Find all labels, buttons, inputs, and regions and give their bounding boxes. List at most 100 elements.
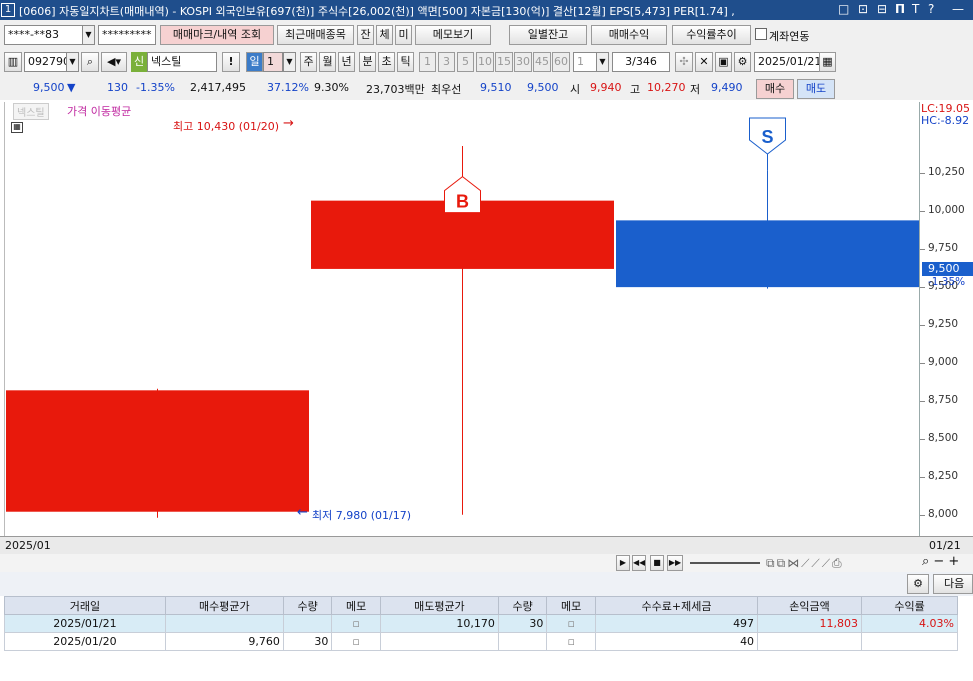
y-axis[interactable]: LC:19.05 HC:-8.92 10,250 10,000 9,750 9,500… bbox=[919, 102, 973, 536]
next-button[interactable]: 다음 bbox=[933, 574, 973, 594]
trade-amount: 23,703백만 bbox=[366, 83, 425, 96]
help-icon[interactable]: ? bbox=[928, 2, 934, 16]
period-number[interactable]: 1 bbox=[263, 52, 283, 72]
chart-area[interactable]: BS 넥스틸 가격 이동평균 ▦ 최고 10,430 (01/20) → ← 최… bbox=[4, 102, 919, 536]
trade-mark-button[interactable]: 매매마크/내역 조회 bbox=[160, 25, 274, 45]
gear-icon[interactable]: ⚙ bbox=[734, 52, 751, 72]
column-header[interactable]: 메모 bbox=[546, 596, 596, 615]
memo-icon[interactable]: ▫ bbox=[546, 632, 596, 651]
date-input[interactable]: 2025/01/21 bbox=[754, 52, 820, 72]
y-tick-label: 8,250 bbox=[928, 469, 959, 482]
minute-5-button[interactable]: 5 bbox=[457, 52, 474, 72]
memo-icon[interactable]: ▫ bbox=[331, 614, 381, 633]
account-select[interactable]: ****-**83 bbox=[4, 25, 84, 45]
period-year-button[interactable]: 년 bbox=[338, 52, 355, 72]
period-day-button[interactable]: 일 bbox=[246, 52, 263, 72]
trade-profit-button[interactable]: 매매수익 bbox=[591, 25, 667, 45]
y-tick-mark bbox=[920, 400, 925, 402]
chevron-down-icon[interactable]: ▼ bbox=[283, 52, 296, 72]
buy-button[interactable]: 매수 bbox=[756, 79, 794, 99]
table-cell: 30 bbox=[497, 614, 548, 633]
fast-forward-icon[interactable]: ▶▶ bbox=[667, 555, 683, 571]
account-link-checkbox[interactable] bbox=[755, 28, 767, 40]
minute-10-button[interactable]: 10 bbox=[476, 52, 494, 72]
column-header[interactable]: 수익률 bbox=[861, 596, 958, 615]
minute-30-button[interactable]: 30 bbox=[514, 52, 532, 72]
column-header[interactable]: 매도평균가 bbox=[379, 596, 499, 615]
chevron-down-icon[interactable]: ▼ bbox=[596, 52, 609, 72]
table-gear-icon[interactable]: ⚙ bbox=[907, 574, 929, 594]
chart-scroll-row: ▶ ◀◀ ■ ▶▶ ⧉⧉⋈⟋⟋⟋⎙ ⌕ − + bbox=[0, 554, 973, 572]
table-cell: 2025/01/20 bbox=[4, 632, 166, 651]
minimize-icon[interactable]: ⊟ bbox=[877, 2, 887, 16]
crosshair-icon[interactable]: ✕ bbox=[695, 52, 713, 72]
speaker-icon[interactable]: ◀▾ bbox=[101, 52, 127, 72]
minute-60-button[interactable]: 60 bbox=[552, 52, 570, 72]
alert-button[interactable]: ! bbox=[222, 52, 240, 72]
scroll-right-icon[interactable]: ▶ bbox=[616, 555, 630, 571]
recent-trades-button[interactable]: 최근매매종목 bbox=[277, 25, 354, 45]
calendar-icon[interactable]: ▦ bbox=[819, 52, 836, 72]
memo-view-button[interactable]: 메모보기 bbox=[415, 25, 491, 45]
table-icon[interactable]: ▦ bbox=[11, 122, 23, 133]
minute-count[interactable]: 1 bbox=[573, 52, 597, 72]
zoom-icon[interactable]: ⌕ − + bbox=[922, 554, 959, 569]
restore-icon[interactable]: □ bbox=[838, 2, 849, 16]
minute-45-button[interactable]: 45 bbox=[533, 52, 551, 72]
page-indicator: 3/346 bbox=[612, 52, 670, 72]
minute-15-button[interactable]: 15 bbox=[495, 52, 513, 72]
stock-name-field[interactable]: 넥스틸 bbox=[147, 52, 217, 72]
balance-button[interactable]: 잔 bbox=[357, 25, 374, 45]
return-trend-button[interactable]: 수익률추이 bbox=[672, 25, 751, 45]
layout-icon[interactable]: ▥ bbox=[4, 52, 22, 72]
chart-tag[interactable]: 넥스틸 bbox=[13, 103, 49, 120]
column-header[interactable]: 메모 bbox=[331, 596, 381, 615]
stock-code-input[interactable]: 092790 bbox=[24, 52, 68, 72]
window-number: 1 bbox=[1, 3, 15, 17]
period-month-button[interactable]: 월 bbox=[319, 52, 336, 72]
table-row[interactable]: 2025/01/21 ▫ 10,170 30 ▫ 497 11,803 4.03% bbox=[4, 614, 958, 633]
candle-chart[interactable]: BS bbox=[5, 102, 920, 536]
window-title: [0606] 자동일지차트(매매내역) - KOSPI 외국인보유[697(천)… bbox=[19, 5, 735, 18]
close-icon[interactable]: — bbox=[952, 2, 964, 16]
column-header[interactable]: 거래일 bbox=[4, 596, 166, 615]
period-minute-button[interactable]: 분 bbox=[359, 52, 376, 72]
period-second-button[interactable]: 초 bbox=[378, 52, 395, 72]
unfilled-button[interactable]: 미 bbox=[395, 25, 412, 45]
chevron-down-icon[interactable]: ▼ bbox=[82, 25, 95, 45]
table-cell: 2025/01/21 bbox=[4, 614, 166, 633]
y-tick-mark bbox=[920, 476, 925, 478]
font-icon[interactable]: T bbox=[912, 2, 919, 16]
filled-button[interactable]: 체 bbox=[376, 25, 393, 45]
drawing-tools-icon[interactable]: ⧉⧉⋈⟋⟋⟋⎙ bbox=[766, 556, 844, 571]
chevron-down-icon[interactable]: ▼ bbox=[66, 52, 79, 72]
pin-icon[interactable]: 𝝥 bbox=[895, 2, 905, 16]
column-header[interactable]: 수량 bbox=[497, 596, 548, 615]
column-header[interactable]: 수수료+제세금 bbox=[594, 596, 759, 615]
stop-icon[interactable]: ■ bbox=[650, 555, 664, 571]
minute-3-button[interactable]: 3 bbox=[438, 52, 455, 72]
minute-1-button[interactable]: 1 bbox=[419, 52, 436, 72]
link-icon[interactable]: ⊡ bbox=[858, 2, 868, 16]
daily-balance-button[interactable]: 일별잔고 bbox=[509, 25, 587, 45]
sell-button[interactable]: 매도 bbox=[797, 79, 835, 99]
column-header[interactable]: 매수평균가 bbox=[164, 596, 284, 615]
table-row[interactable]: 2025/01/20 9,760 30 ▫ ▫ 40 bbox=[4, 632, 958, 651]
candle-body bbox=[616, 220, 919, 288]
volume: 2,417,495 bbox=[190, 81, 246, 94]
column-header[interactable]: 수량 bbox=[282, 596, 333, 615]
table-cell bbox=[282, 614, 333, 633]
memo-icon[interactable]: ▫ bbox=[331, 632, 381, 651]
column-header[interactable]: 손익금액 bbox=[757, 596, 863, 615]
memo-icon[interactable]: ▫ bbox=[546, 614, 596, 633]
search-icon[interactable]: ⌕ bbox=[81, 52, 99, 72]
password-field[interactable]: ********* bbox=[98, 25, 156, 45]
zoom-slider[interactable] bbox=[690, 562, 760, 564]
period-tick-button[interactable]: 틱 bbox=[397, 52, 414, 72]
buy-marker-label: B bbox=[456, 192, 469, 212]
chart-tool-icon[interactable]: ✣ bbox=[675, 52, 693, 72]
rewind-icon[interactable]: ◀◀ bbox=[632, 555, 646, 571]
legend-label: 가격 이동평균 bbox=[67, 105, 132, 118]
save-icon[interactable]: ▣ bbox=[715, 52, 732, 72]
period-week-button[interactable]: 주 bbox=[300, 52, 317, 72]
